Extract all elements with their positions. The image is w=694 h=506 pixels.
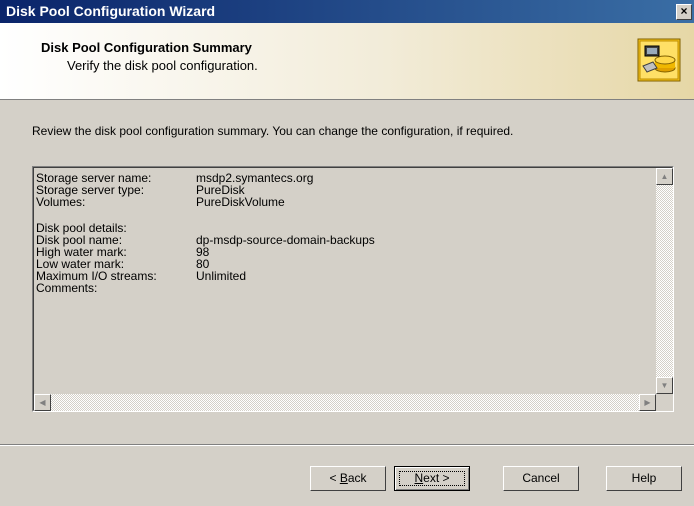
summary-row: Disk pool name: dp-msdp-source-domain-bac… bbox=[36, 234, 646, 246]
close-icon[interactable]: × bbox=[676, 4, 692, 20]
back-button[interactable]: < Back bbox=[310, 466, 386, 491]
scroll-down-button[interactable]: ▼ bbox=[656, 377, 673, 394]
row-value: dp-msdp-source-domain-backups bbox=[196, 233, 375, 247]
scroll-left-button[interactable]: ◀ bbox=[34, 394, 51, 411]
summary-row: Storage server type: PureDisk bbox=[36, 184, 646, 196]
row-label: Comments: bbox=[36, 281, 98, 295]
horizontal-scrollbar[interactable]: ◀ ▶ bbox=[34, 394, 656, 411]
back-rest: ack bbox=[347, 471, 367, 485]
page-subtitle: Verify the disk pool configuration. bbox=[67, 58, 258, 73]
scroll-right-button[interactable]: ▶ bbox=[639, 394, 656, 411]
scroll-up-button[interactable]: ▲ bbox=[656, 168, 673, 185]
storage-wizard-icon bbox=[637, 38, 681, 82]
arrow-right-icon: ▶ bbox=[644, 398, 651, 407]
title-bar: Disk Pool Configuration Wizard × bbox=[0, 0, 694, 23]
instruction-text: Review the disk pool configuration summa… bbox=[32, 124, 514, 138]
summary-row: Comments: bbox=[36, 282, 646, 294]
arrow-down-icon: ▼ bbox=[660, 381, 669, 390]
row-label: Volumes: bbox=[36, 195, 86, 209]
arrow-up-icon: ▲ bbox=[660, 172, 669, 181]
summary-frame: Storage server name: msdp2.symantecs.org … bbox=[33, 167, 673, 411]
summary-content: Storage server name: msdp2.symantecs.org … bbox=[36, 170, 654, 392]
next-button[interactable]: Next > bbox=[394, 466, 470, 491]
summary-row: High water mark: 98 bbox=[36, 246, 646, 258]
back-mnemonic: B bbox=[339, 471, 348, 485]
wizard-header: Disk Pool Configuration Summary Verify t… bbox=[0, 23, 694, 100]
focus-rect bbox=[399, 471, 465, 486]
summary-row: Volumes: PureDiskVolume bbox=[36, 196, 646, 208]
button-divider bbox=[0, 444, 694, 446]
row-value: Unlimited bbox=[196, 269, 247, 283]
wizard-window: Disk Pool Configuration Wizard × Disk Po… bbox=[0, 0, 694, 506]
row-value: PureDiskVolume bbox=[196, 195, 285, 209]
summary-row bbox=[36, 208, 646, 220]
cancel-button[interactable]: Cancel bbox=[503, 466, 579, 491]
window-title: Disk Pool Configuration Wizard bbox=[6, 3, 216, 19]
back-prefix: < bbox=[329, 471, 340, 485]
summary-row: Maximum I/O streams: Unlimited bbox=[36, 270, 646, 282]
arrow-left-icon: ◀ bbox=[39, 398, 46, 407]
scrollbar-corner bbox=[656, 394, 673, 411]
help-button[interactable]: Help bbox=[606, 466, 682, 491]
vertical-scrollbar[interactable]: ▲ ▼ bbox=[656, 168, 673, 394]
page-title: Disk Pool Configuration Summary bbox=[41, 40, 252, 55]
summary-box: Storage server name: msdp2.symantecs.org … bbox=[32, 166, 674, 412]
